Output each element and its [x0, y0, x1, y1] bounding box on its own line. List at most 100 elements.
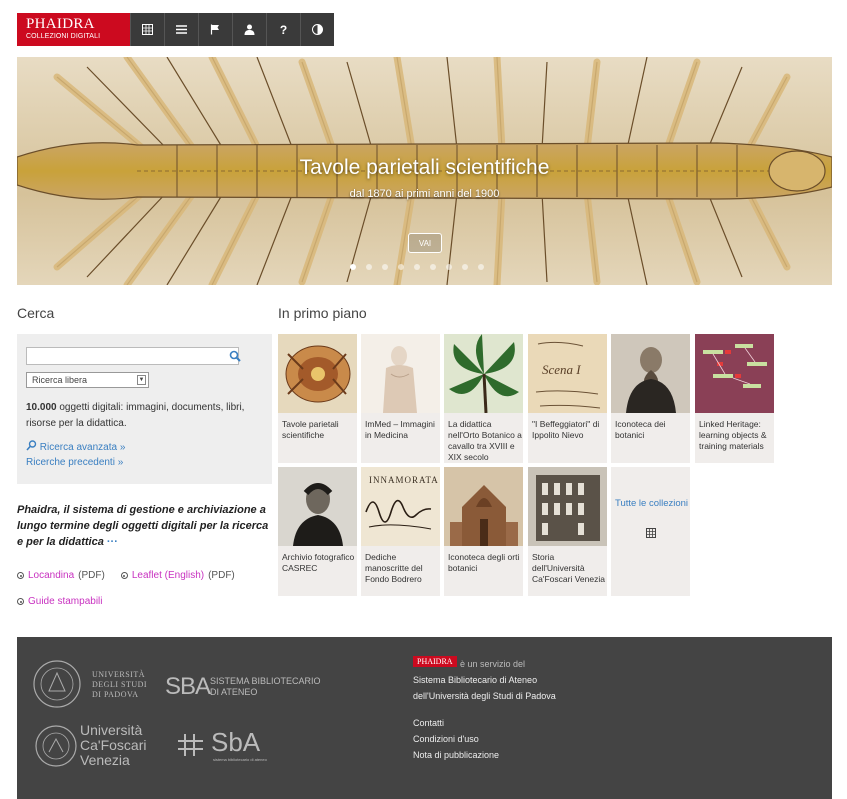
download-links: Locandina (PDF) Leaflet (English) (PDF) — [17, 570, 235, 581]
collection-card[interactable]: Scena I "I Beffeggiatori" di Ippolito Ni… — [528, 334, 607, 463]
collection-thumbnail — [695, 334, 774, 413]
magnifier-icon — [26, 440, 37, 451]
grid-icon — [646, 528, 656, 538]
carousel-dot[interactable] — [462, 264, 468, 270]
contrast-icon — [312, 24, 323, 35]
all-collections-card[interactable]: Tutte le collezioni — [611, 467, 690, 596]
cafoscari-seal-icon — [35, 725, 77, 767]
all-collections-link[interactable]: Tutte le collezioni — [615, 498, 688, 509]
object-count-description: oggetti digitali: immagini, documents, l… — [26, 402, 245, 429]
locandina-format: (PDF) — [78, 570, 105, 581]
cafoscari-line1: Università — [80, 722, 143, 738]
user-button[interactable] — [232, 13, 266, 46]
collection-caption: "I Beffeggiatori" di Ippolito Nievo — [532, 419, 600, 440]
locandina-link[interactable]: Locandina — [28, 570, 74, 581]
collection-caption: Archivio fotografico CASREC — [282, 552, 355, 573]
top-navbar: PHAIDRA COLLEZIONI DIGITALI ? — [17, 13, 334, 46]
collection-card[interactable]: Storia dell'Università Ca'Foscari Venezi… — [528, 467, 607, 596]
guide-links: Guide stampabili — [17, 596, 102, 607]
sba2-logo-sub: sistema bibliotecario di ateneo — [213, 757, 267, 762]
sba-logo-mark: SBA — [165, 673, 211, 700]
search-heading: Cerca — [17, 305, 55, 321]
collection-card[interactable]: INNAMORATA Dediche manoscritte del Fondo… — [361, 467, 440, 596]
leaflet-format: (PDF) — [208, 570, 235, 581]
collection-card[interactable]: Iconoteca degli orti botanici — [444, 467, 523, 596]
phaidra-badge: PHAIDRA — [413, 656, 457, 667]
padova-seal-icon — [33, 660, 81, 708]
sba-line2: DI ATENEO — [210, 687, 258, 697]
collection-thumbnail: INNAMORATA — [361, 467, 440, 546]
contrast-button[interactable] — [300, 13, 334, 46]
collection-caption: Linked Heritage: learning objects & trai… — [699, 419, 767, 451]
carousel-dot[interactable] — [446, 264, 452, 270]
logo-subtitle: COLLEZIONI DIGITALI — [26, 33, 101, 40]
collection-card[interactable]: ImMed – Immagini in Medicina — [361, 334, 440, 463]
phaidra-description: Phaidra, il sistema di gestione e archiv… — [17, 502, 272, 550]
carousel-dot[interactable] — [398, 264, 404, 270]
hero-title: Tavole parietali scientifiche — [299, 156, 550, 179]
carousel-dot[interactable] — [478, 264, 484, 270]
condizioni-link[interactable]: Condizioni d'uso — [413, 734, 479, 744]
padova-line2: DEGLI STUDI — [92, 680, 148, 689]
search-input[interactable] — [26, 347, 241, 365]
search-type-select[interactable]: Ricerca libera ▼ — [26, 372, 149, 388]
hero-subtitle: dal 1870 ai primi anni del 1900 — [349, 188, 500, 200]
collection-card[interactable]: Archivio fotografico CASREC — [278, 467, 357, 596]
bullet-icon — [17, 598, 24, 605]
collection-caption: Tavole parietali scientifiche — [282, 419, 339, 440]
featured-heading: In primo piano — [278, 305, 367, 321]
collection-caption: Dediche manoscritte del Fondo Bodrero — [365, 552, 423, 584]
object-count-text: 10.000 oggetti digitali: immagini, docum… — [26, 400, 261, 432]
collection-thumbnail — [361, 334, 440, 413]
chevron-down-icon: ▼ — [137, 375, 146, 385]
collection-thumbnail — [444, 334, 523, 413]
collection-caption: La didattica nell'Orto Botanico a cavall… — [448, 419, 522, 462]
help-button[interactable]: ? — [266, 13, 300, 46]
cafoscari-line3: Venezia — [80, 752, 130, 768]
carousel-dot[interactable] — [350, 264, 356, 270]
collection-thumbnail — [528, 467, 607, 546]
collection-thumbnail: Scena I — [528, 334, 607, 413]
advanced-search-link[interactable]: Ricerca avanzata » — [26, 440, 125, 453]
carousel-dot[interactable] — [430, 264, 436, 270]
logo-title: PHAIDRA — [26, 16, 95, 32]
grid-button[interactable] — [130, 13, 164, 46]
search-type-value: Ricerca libera — [32, 375, 88, 385]
sba-service-link[interactable]: Sistema Bibliotecario di Ateneo — [413, 675, 537, 685]
phaidra-logo[interactable]: PHAIDRA COLLEZIONI DIGITALI — [17, 13, 130, 46]
brand-name: Phaidra — [17, 504, 58, 516]
object-count: 10.000 — [26, 402, 57, 413]
guide-link[interactable]: Guide stampabili — [28, 596, 102, 607]
collection-card[interactable]: Iconoteca dei botanici — [611, 334, 690, 463]
collection-card[interactable]: Tavole parietali scientifiche — [278, 334, 357, 463]
hero-carousel[interactable]: Tavole parietali scientifiche dal 1870 a… — [17, 57, 832, 285]
collection-thumbnail — [611, 334, 690, 413]
collection-caption: ImMed – Immagini in Medicina — [365, 419, 435, 440]
collection-card[interactable]: La didattica nell'Orto Botanico a cavall… — [444, 334, 523, 463]
read-more-link[interactable]: ··· — [107, 536, 118, 548]
collection-caption: Iconoteca dei botanici — [615, 419, 666, 440]
sba-hash-icon — [178, 734, 203, 756]
hero-go-button[interactable]: VAI — [408, 233, 442, 253]
padova-line3: DI PADOVA — [92, 690, 139, 699]
collection-thumbnail — [278, 334, 357, 413]
collection-thumbnail — [444, 467, 523, 546]
search-icon[interactable] — [229, 350, 241, 362]
bullet-icon — [120, 572, 128, 579]
sba-line1: SISTEMA BIBLIOTECARIO — [210, 676, 321, 686]
cafoscari-logo-text: Università Ca'Foscari Venezia — [80, 723, 146, 768]
list-button[interactable] — [164, 13, 198, 46]
flag-button[interactable] — [198, 13, 232, 46]
advanced-search-label: Ricerca avanzata » — [39, 442, 126, 453]
collection-card[interactable]: Linked Heritage: learning objects & trai… — [695, 334, 774, 463]
carousel-dot[interactable] — [382, 264, 388, 270]
bullet-icon — [17, 572, 24, 579]
contatti-link[interactable]: Contatti — [413, 718, 444, 728]
user-icon — [244, 24, 255, 35]
carousel-dot[interactable] — [366, 264, 372, 270]
leaflet-link[interactable]: Leaflet (English) — [132, 570, 204, 581]
carousel-dot[interactable] — [414, 264, 420, 270]
previous-searches-link[interactable]: Ricerche precedenti » — [26, 457, 123, 468]
padova-university-line[interactable]: dell'Università degli Studi di Padova — [413, 691, 556, 701]
nota-link[interactable]: Nota di pubblicazione — [413, 750, 499, 760]
